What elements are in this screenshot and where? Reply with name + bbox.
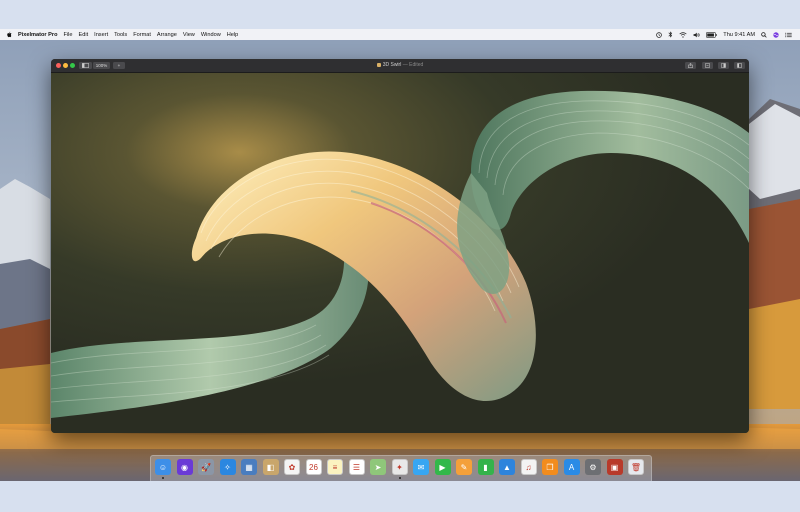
dock-trash-icon[interactable]: 🗑	[628, 459, 644, 475]
dock-keynote-icon[interactable]: ▲	[499, 459, 515, 475]
dock-maps-icon[interactable]: ➤	[370, 459, 386, 475]
dock-photos-icon[interactable]: ✿	[284, 459, 300, 475]
menu-file[interactable]: File	[63, 32, 72, 38]
menu-window[interactable]: Window	[201, 32, 221, 38]
dock-facetime-icon[interactable]: ▶	[434, 459, 451, 475]
dock-numbers-icon[interactable]: ▮	[477, 459, 494, 475]
menu-bar-clock[interactable]: Thu 9:41 AM	[723, 32, 755, 38]
menu-bar-status: Thu 9:41 AM	[656, 29, 792, 40]
document-edited-status: — Edited	[402, 62, 424, 68]
layers-icon	[721, 63, 726, 68]
wifi-icon[interactable]	[679, 31, 687, 38]
menu-help[interactable]: Help	[227, 32, 239, 38]
bottom-margin	[0, 481, 800, 512]
dock-safari-icon[interactable]: ✧	[219, 459, 236, 475]
pixelmator-window: 100% + 3D Swirl — Edited	[51, 59, 749, 433]
dock-ibooks-icon[interactable]: ❐	[542, 459, 558, 475]
tools-icon	[705, 63, 710, 68]
layers-button[interactable]	[718, 62, 729, 69]
document-title[interactable]: 3D Swirl	[383, 62, 402, 68]
adjust-button[interactable]	[734, 62, 745, 69]
dock-itunes-icon[interactable]: ♫	[520, 459, 537, 475]
menu-bar: Pixelmator Pro File Edit Insert Tools Fo…	[0, 29, 800, 40]
window-titlebar[interactable]: 100% + 3D Swirl — Edited	[51, 59, 749, 73]
dock-launchpad-icon[interactable]: 🚀	[198, 459, 214, 475]
share-icon	[688, 62, 693, 68]
menu-view[interactable]: View	[183, 32, 195, 38]
spotlight-icon[interactable]	[761, 31, 767, 38]
document-icon	[376, 62, 381, 67]
adjust-icon	[737, 63, 742, 68]
dock-running-indicator	[162, 477, 164, 479]
battery-icon[interactable]	[706, 31, 717, 38]
dock-pages-icon[interactable]: ✎	[456, 459, 472, 475]
dock-calendar-icon[interactable]: 26	[305, 459, 322, 475]
menu-tools[interactable]: Tools	[114, 32, 127, 38]
dock-siri-icon[interactable]: ◉	[176, 459, 193, 475]
bluetooth-icon[interactable]	[668, 31, 673, 38]
menu-arrange[interactable]: Arrange	[157, 32, 177, 38]
dock-running-indicator	[398, 477, 401, 479]
siri-icon[interactable]	[773, 31, 779, 38]
menu-app-name[interactable]: Pixelmator Pro	[18, 32, 57, 38]
dock-messages-icon[interactable]: ✉	[413, 459, 429, 475]
dock-app-store-icon[interactable]: A	[563, 459, 580, 475]
dock-finder-icon[interactable]: ☺	[155, 459, 171, 475]
dock-reminders-icon[interactable]: ☰	[348, 459, 365, 475]
menu-insert[interactable]: Insert	[94, 32, 108, 38]
menu-format[interactable]: Format	[133, 32, 151, 38]
tools-button[interactable]	[702, 62, 713, 69]
apple-menu-icon[interactable]	[6, 31, 12, 38]
image-canvas[interactable]	[51, 73, 749, 433]
document-title-area: 3D Swirl — Edited	[51, 59, 749, 72]
menu-edit[interactable]: Edit	[79, 32, 89, 38]
dock-system-preferences-icon[interactable]: ⚙	[585, 459, 601, 475]
dock-contacts-icon[interactable]: ◧	[262, 459, 279, 475]
time-machine-icon[interactable]	[656, 31, 663, 38]
dock-photo-browser-icon[interactable]: ▦	[241, 459, 257, 475]
share-button[interactable]	[685, 62, 696, 69]
dock-notes-icon[interactable]: ≡	[327, 459, 343, 475]
notification-center-icon[interactable]	[785, 32, 792, 38]
dock-photo-booth-icon[interactable]: ▣	[606, 459, 623, 475]
dock-pixelmator-icon[interactable]: ✦	[391, 459, 408, 475]
dock: ☺ ◉ 🚀 ✧ ▦ ◧ ✿ 26 ≡ ☰ ➤ ✦ ✉ ▶ ✎ ▮ ▲ ♫ ❐ A ⚙ ▣ 🗑	[150, 455, 652, 482]
volume-icon[interactable]	[693, 32, 700, 38]
